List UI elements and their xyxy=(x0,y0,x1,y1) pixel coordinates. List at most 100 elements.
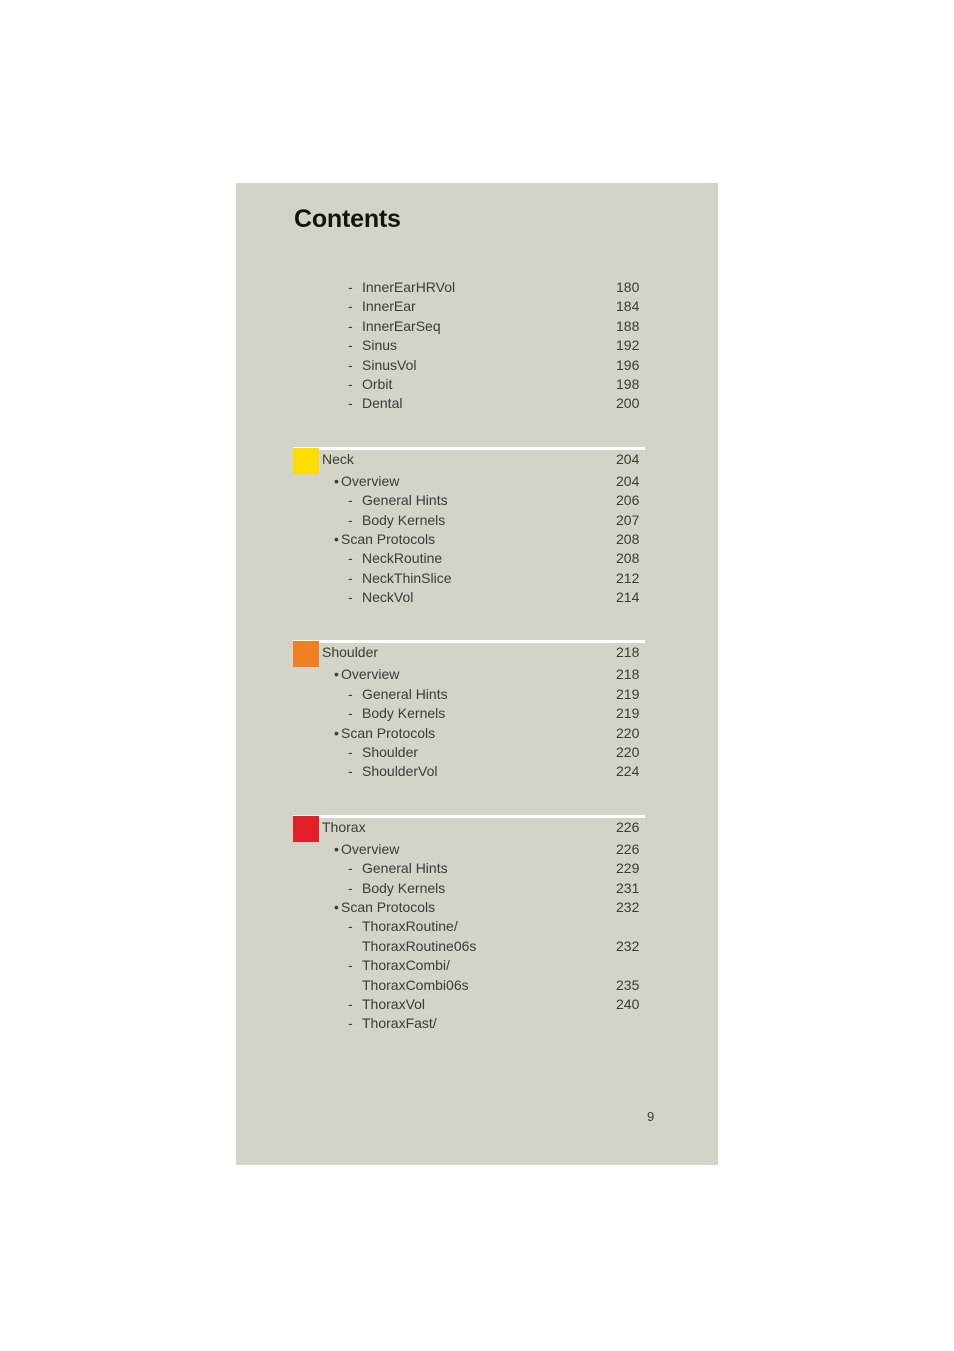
toc-group-continued-entries: - InnerEarHRVol 180- InnerEar 184- InnerEarSe… xyxy=(236,278,718,414)
toc-entry-page: 219 xyxy=(616,685,640,702)
bullet-icon: • xyxy=(334,898,339,915)
toc-entry-page: 220 xyxy=(616,744,640,761)
dash-icon: - xyxy=(348,395,353,412)
toc-entry[interactable]: - Body Kernels 219 xyxy=(236,704,718,723)
toc-entry-label: Shoulder xyxy=(322,644,379,661)
toc-entry-page: 218 xyxy=(616,666,640,683)
toc-entry[interactable]: - General Hints 219 xyxy=(236,685,718,704)
dash-icon: - xyxy=(348,995,353,1012)
toc-entry-page: 235 xyxy=(616,976,640,993)
toc-entry-label: Neck xyxy=(322,450,354,467)
dash-icon: - xyxy=(348,569,353,586)
toc-entry[interactable]: • Scan Protocols 220 xyxy=(236,724,718,743)
bullet-icon: • xyxy=(334,724,339,741)
toc-entry-page: 232 xyxy=(616,898,640,915)
dash-icon: - xyxy=(348,337,353,354)
toc-entry-label: Orbit xyxy=(362,375,393,392)
toc-section-header[interactable]: Neck 204 xyxy=(236,447,718,474)
toc-entry[interactable]: - ThoraxFast/ xyxy=(236,1014,718,1033)
toc-entry[interactable]: - ThoraxVol 240 xyxy=(236,995,718,1014)
toc-entry[interactable]: - InnerEar 184 xyxy=(236,297,718,316)
toc-section-header[interactable]: Shoulder 218 xyxy=(236,640,718,668)
toc-entry[interactable]: • Overview 204 xyxy=(236,472,718,491)
dash-icon: - xyxy=(348,744,353,761)
toc-entry[interactable]: - General Hints 229 xyxy=(236,859,718,878)
dash-icon: - xyxy=(348,550,353,567)
section-color-swatch xyxy=(293,641,319,668)
toc-entry-label: Scan Protocols xyxy=(341,530,436,547)
bullet-icon: • xyxy=(334,472,339,489)
dash-icon: - xyxy=(348,279,353,295)
toc-entry-label: SinusVol xyxy=(362,356,417,373)
toc-group-shoulder: Shoulder 218 • Overview 218- General Hints 219… xyxy=(236,640,718,781)
dash-icon: - xyxy=(348,957,353,974)
toc-entry-label: General Hints xyxy=(362,685,448,702)
toc-entry-label: General Hints xyxy=(362,492,448,509)
toc-entry[interactable]: - Sinus 192 xyxy=(236,336,718,355)
toc-entry-label: Thorax xyxy=(322,818,366,835)
toc-entry-page: 232 xyxy=(616,937,640,954)
toc-entry-label: NeckRoutine xyxy=(362,550,443,567)
toc-entry-page: 218 xyxy=(616,644,640,661)
toc-entry[interactable]: ThoraxCombi06s 235 xyxy=(236,976,718,995)
toc-entry-page: 231 xyxy=(616,879,640,896)
toc-group-neck: Neck 204 • Overview 204- General Hints 206- Bod… xyxy=(236,446,718,608)
toc-entry-label: Dental xyxy=(362,395,403,412)
toc-entry-page: 200 xyxy=(616,395,640,412)
toc-entry[interactable]: - ThoraxRoutine/ xyxy=(236,917,718,936)
toc-entry-page: 240 xyxy=(616,995,640,1012)
toc-entry[interactable]: • Overview 226 xyxy=(236,840,718,859)
bullet-icon: • xyxy=(334,530,339,547)
toc-entry[interactable]: ThoraxRoutine06s 232 xyxy=(236,937,718,956)
toc-entry-page: 188 xyxy=(616,317,640,334)
dash-icon: - xyxy=(348,763,353,780)
dash-icon: - xyxy=(348,705,353,722)
toc-entry[interactable]: - Dental 200 xyxy=(236,394,718,413)
page-number: 9 xyxy=(647,1109,655,1124)
section-color-swatch xyxy=(293,447,319,474)
toc-entry-page: 224 xyxy=(616,763,640,780)
toc-entry-page: 208 xyxy=(616,530,640,547)
toc-group-thorax: Thorax 226 • Overview 226- General Hints 229- B… xyxy=(236,814,718,1034)
dash-icon: - xyxy=(348,511,353,528)
table-of-contents: - InnerEarHRVol 180- InnerEar 184- InnerEarSe… xyxy=(236,278,718,1034)
toc-entry[interactable]: • Overview 218 xyxy=(236,665,718,684)
toc-entry[interactable]: - NeckVol 214 xyxy=(236,588,718,607)
toc-entry[interactable]: - InnerEarHRVol 180 xyxy=(236,278,718,297)
dash-icon: - xyxy=(348,589,353,606)
toc-entry[interactable]: - Shoulder 220 xyxy=(236,743,718,762)
toc-entry[interactable]: - NeckThinSlice 212 xyxy=(236,569,718,588)
toc-entry-page: 226 xyxy=(616,818,640,835)
toc-entry[interactable]: - Body Kernels 231 xyxy=(236,879,718,898)
toc-entry-label: ThoraxFast/ xyxy=(362,1015,437,1032)
bullet-icon: • xyxy=(334,666,339,683)
toc-entry[interactable]: - Body Kernels 207 xyxy=(236,511,718,530)
toc-entry[interactable]: - SinusVol 196 xyxy=(236,356,718,375)
toc-entry[interactable]: - InnerEarSeq 188 xyxy=(236,317,718,336)
toc-entry-label: ThoraxRoutine/ xyxy=(362,918,458,935)
toc-entry-label: ThoraxRoutine06s xyxy=(362,937,477,954)
toc-entry[interactable]: • Scan Protocols 208 xyxy=(236,530,718,549)
toc-section-header[interactable]: Thorax 226 xyxy=(236,815,718,842)
toc-entry-label: NeckVol xyxy=(362,589,414,606)
toc-entry[interactable]: - ShoulderVol 224 xyxy=(236,762,718,781)
toc-entry[interactable]: - General Hints 206 xyxy=(236,491,718,510)
toc-entry-label: InnerEarHRVol xyxy=(362,279,456,295)
toc-entry-label: InnerEar xyxy=(362,298,416,315)
toc-entry[interactable]: • Scan Protocols 232 xyxy=(236,898,718,917)
toc-entry-label: InnerEarSeq xyxy=(362,317,441,334)
toc-entry[interactable]: - Orbit 198 xyxy=(236,375,718,394)
dash-icon: - xyxy=(348,1015,353,1032)
toc-entry[interactable]: - NeckRoutine 208 xyxy=(236,549,718,568)
page-title: Contents xyxy=(294,205,401,233)
dash-icon: - xyxy=(348,918,353,935)
toc-entry-page: 198 xyxy=(616,375,640,392)
toc-entry-page: 214 xyxy=(616,589,640,606)
toc-entry-label: ThoraxCombi/ xyxy=(362,957,450,974)
toc-entry-page: 206 xyxy=(616,492,640,509)
toc-entry-label: Body Kernels xyxy=(362,705,446,722)
dash-icon: - xyxy=(348,375,353,392)
dash-icon: - xyxy=(348,356,353,373)
toc-entry-page: 226 xyxy=(616,840,640,857)
toc-entry[interactable]: - ThoraxCombi/ xyxy=(236,956,718,975)
